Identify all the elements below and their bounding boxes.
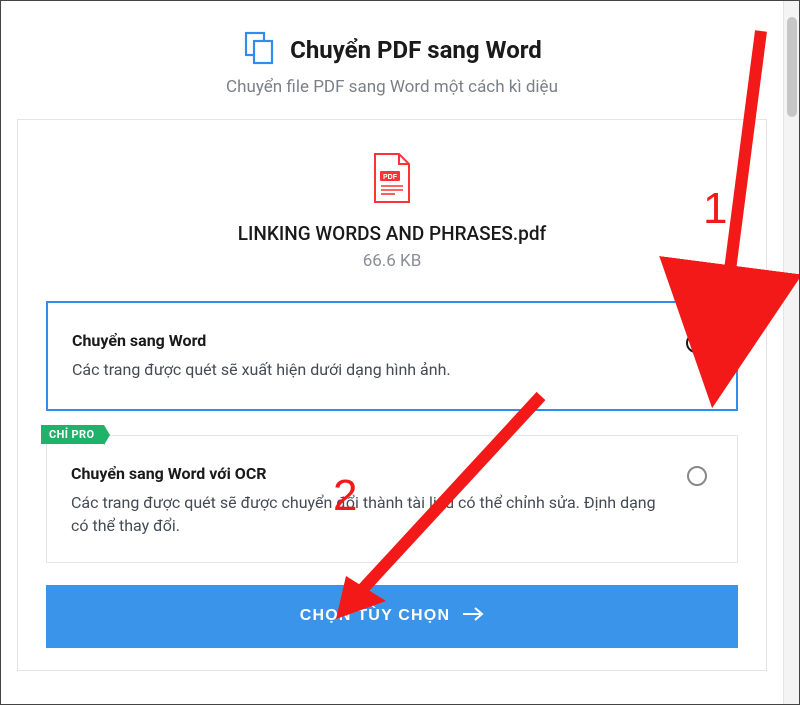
option-convert-to-word[interactable]: Chuyển sang Word Các trang được quét sẽ … — [46, 301, 738, 411]
copy-icon — [242, 31, 276, 69]
header-row: Chuyển PDF sang Word — [15, 31, 769, 69]
choose-option-button[interactable]: CHỌN TÙY CHỌN — [46, 585, 738, 648]
radio-selected-icon[interactable] — [686, 333, 706, 353]
option-convert-to-word-ocr[interactable]: CHỈ PRO Chuyển sang Word với OCR Các tra… — [46, 435, 738, 562]
converter-card: PDF LINKING WORDS AND PHRASES.pdf 66.6 K… — [17, 119, 767, 671]
option-title: Chuyển sang Word với OCR — [71, 464, 657, 483]
radio-unselected-icon[interactable] — [687, 466, 707, 486]
main-content: Chuyển PDF sang Word Chuyển file PDF san… — [1, 1, 783, 691]
option-title: Chuyển sang Word — [72, 331, 656, 350]
file-info: PDF LINKING WORDS AND PHRASES.pdf 66.6 K… — [46, 148, 738, 301]
option-desc: Các trang được quét sẽ xuất hiện dưới dạ… — [72, 358, 656, 381]
pdf-file-icon: PDF — [371, 189, 413, 208]
cta-label: CHỌN TÙY CHỌN — [300, 607, 450, 625]
file-size: 66.6 KB — [46, 251, 738, 271]
header: Chuyển PDF sang Word Chuyển file PDF san… — [15, 31, 769, 119]
svg-text:PDF: PDF — [383, 174, 398, 181]
file-name: LINKING WORDS AND PHRASES.pdf — [46, 222, 738, 245]
page-subtitle: Chuyển file PDF sang Word một cách kì di… — [15, 77, 769, 97]
pro-badge: CHỈ PRO — [41, 425, 104, 444]
page-title: Chuyển PDF sang Word — [290, 36, 542, 64]
scrollbar[interactable] — [783, 1, 799, 704]
option-desc: Các trang được quét sẽ được chuyển đổi t… — [71, 491, 657, 537]
scrollbar-thumb[interactable] — [787, 17, 797, 117]
page-root: Chuyển PDF sang Word Chuyển file PDF san… — [0, 0, 800, 705]
arrow-right-icon — [462, 607, 484, 626]
